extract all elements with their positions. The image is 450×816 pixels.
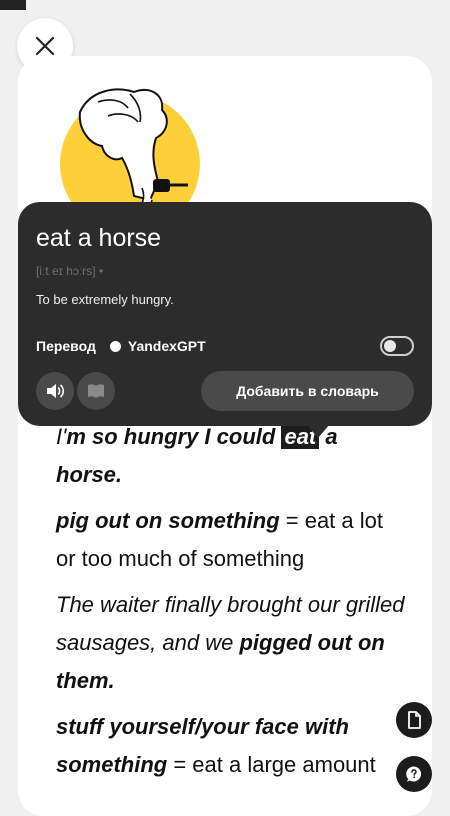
document-icon xyxy=(408,711,421,729)
translation-row: Перевод YandexGPT xyxy=(36,338,206,354)
speaker-icon xyxy=(47,384,65,398)
term-definition-2: stuff yourself/your face with something … xyxy=(56,708,406,784)
translation-label: Перевод xyxy=(36,338,96,354)
example-sentence-1: I'm so hungry I could eat a horse. xyxy=(56,418,406,494)
article-body: I'm so hungry I could eat a horse. pig o… xyxy=(56,418,406,792)
term-definition-1: pig out on something = eat a lot or too … xyxy=(56,502,406,578)
help-button[interactable] xyxy=(396,756,432,792)
book-icon xyxy=(88,384,104,398)
pronounce-button[interactable] xyxy=(36,372,74,410)
term-phrase: pig out on something xyxy=(56,508,280,533)
example-bold-text: m so hungry I could xyxy=(66,424,276,449)
close-icon xyxy=(35,36,55,56)
translation-toggle[interactable] xyxy=(380,336,414,356)
question-icon xyxy=(406,766,422,782)
popup-transcription: [iːt eɪ hɔːrs] • xyxy=(36,264,104,278)
popup-pointer xyxy=(306,424,330,438)
example-sentence-2: The waiter finally brought our grilled s… xyxy=(56,586,406,700)
example-plain-text: I' xyxy=(56,424,67,449)
popup-definition: To be extremely hungry. xyxy=(36,292,174,307)
translation-popup: eat a horse [iːt eɪ hɔːrs] • To be extre… xyxy=(18,202,432,438)
translation-provider: YandexGPT xyxy=(127,338,206,354)
document-button[interactable] xyxy=(396,702,432,738)
article-illustration xyxy=(60,88,200,222)
term-meaning: = eat a large amount xyxy=(167,752,376,777)
add-to-dictionary-button[interactable]: Добавить в словарь xyxy=(201,371,414,411)
status-corner-mark xyxy=(0,0,26,10)
yandexgpt-logo-icon xyxy=(109,340,121,352)
dictionary-button[interactable] xyxy=(77,372,115,410)
popup-word: eat a horse xyxy=(36,224,162,252)
toggle-knob xyxy=(384,340,396,352)
